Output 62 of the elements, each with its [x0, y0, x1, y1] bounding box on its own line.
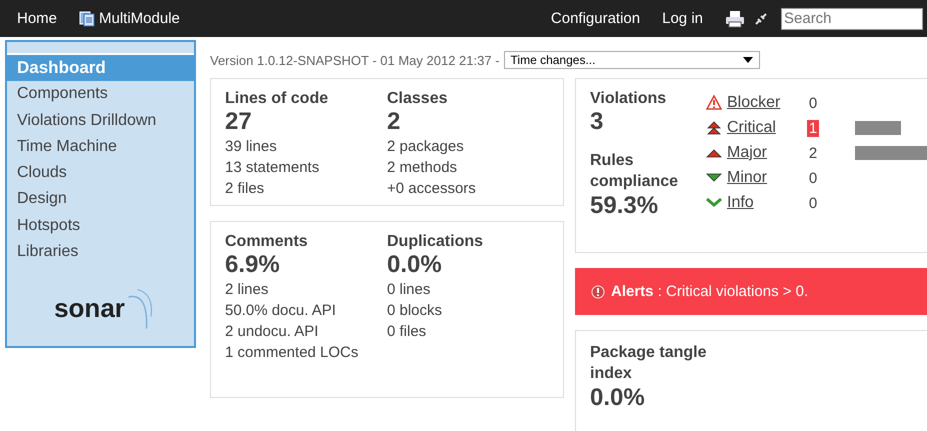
severity-link[interactable]: Info — [727, 194, 807, 212]
bar — [855, 121, 901, 135]
metric-detail: +0 accessors — [387, 179, 477, 199]
time-select[interactable]: Time changes... — [504, 51, 760, 69]
severity-link[interactable]: Minor — [727, 169, 807, 187]
version-text: Version 1.0.12-SNAPSHOT - 01 May 2012 21:37 - — [210, 52, 500, 68]
alert-text: Alerts : Critical violations > 0. — [611, 283, 808, 300]
sidebar-item[interactable]: Design — [7, 186, 194, 213]
violation-count: 0 — [808, 194, 818, 212]
metric-detail: 2 undocu. API — [225, 322, 320, 342]
metric-detail: 13 statements — [225, 158, 320, 178]
metric-value: 59.3% — [590, 192, 660, 220]
metric-value: 2 — [387, 108, 402, 136]
metric-detail: 0 lines — [387, 280, 432, 300]
violation-count: 2 — [808, 144, 818, 162]
violation-count: 1 — [807, 120, 819, 136]
caret-icon — [742, 57, 753, 63]
metric-title: Comments — [225, 233, 309, 251]
metric-value: 0.0% — [590, 384, 646, 412]
metric-detail: 50.0% docu. API — [225, 301, 337, 321]
sidebar-item[interactable]: Libraries — [7, 239, 194, 266]
violation-count: 0 — [808, 94, 818, 112]
metric-title: Violations — [590, 90, 668, 108]
metric-detail: 2 lines — [225, 280, 270, 300]
double-up-arrow-icon — [706, 120, 722, 136]
metric-title: Duplications — [387, 233, 484, 251]
metric-detail: 0 blocks — [387, 301, 444, 321]
sidebar-item[interactable]: Clouds — [7, 160, 194, 186]
bar — [855, 146, 927, 160]
metric-detail: 2 files — [225, 179, 266, 199]
configuration-link[interactable]: Configuration — [550, 10, 640, 27]
metric-value: 0.0% — [387, 251, 443, 279]
warning-icon — [706, 95, 722, 111]
login-link[interactable]: Log in — [662, 10, 703, 27]
search-field[interactable]: Search — [781, 8, 923, 30]
metric-detail: 2 methods — [387, 158, 458, 178]
severity-link[interactable]: Critical — [727, 119, 807, 137]
metric-detail: 39 lines — [225, 137, 278, 157]
metric-title: Classes — [387, 90, 448, 108]
metric-title: Package tangle index — [590, 343, 708, 384]
metric-detail: 0 files — [387, 322, 428, 342]
metric-title: Rules compliance — [590, 151, 680, 192]
printer-icon[interactable] — [725, 10, 745, 28]
exclamation-icon — [591, 284, 605, 298]
sidebar-item[interactable]: Violations Drilldown — [7, 108, 194, 134]
link-icon[interactable] — [753, 10, 769, 26]
violation-count: 0 — [808, 170, 818, 186]
metric-value: 6.9% — [225, 251, 281, 279]
severity-link[interactable]: Blocker — [727, 94, 807, 112]
home-link[interactable]: Home — [17, 10, 58, 27]
metric-value: 27 — [225, 108, 253, 136]
project-link[interactable]: MultiModule — [99, 10, 180, 27]
sidebar-item[interactable]: Hotspots — [7, 212, 194, 240]
logo-text: sonar — [54, 293, 125, 326]
documents-icon — [79, 10, 96, 26]
metric-detail: 2 packages — [387, 137, 465, 157]
severity-link[interactable]: Major — [727, 144, 807, 162]
metric-title: Lines of code — [225, 90, 330, 108]
sidebar-item[interactable]: Components — [7, 81, 194, 108]
sidebar-item[interactable]: Time Machine — [7, 134, 194, 160]
metric-detail: 1 commented LOCs — [225, 343, 360, 363]
metric-value: 3 — [590, 108, 604, 136]
